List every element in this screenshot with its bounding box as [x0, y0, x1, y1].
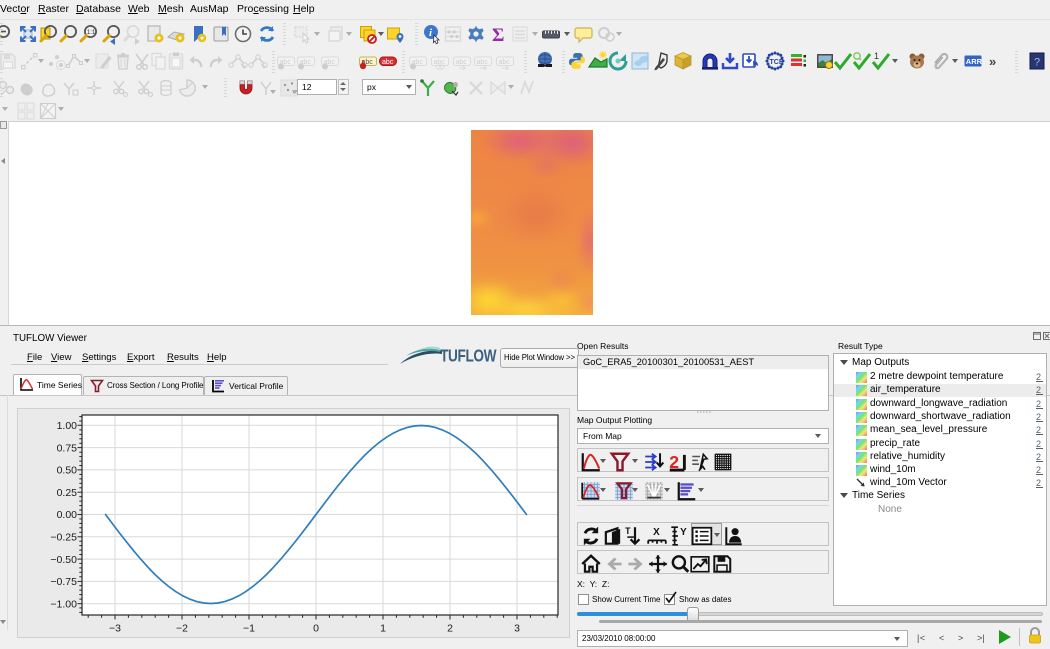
- svg-text:2: 2: [1036, 425, 1041, 435]
- svg-text:Σ: Σ: [492, 25, 504, 45]
- svg-text:0.75: 0.75: [57, 442, 78, 454]
- svg-text:1: 1: [380, 623, 386, 635]
- svg-text:2: 2: [1036, 372, 1041, 382]
- svg-text:abc: abc: [499, 59, 511, 66]
- svg-text:?: ?: [1034, 57, 1040, 69]
- svg-text:1.00: 1.00: [57, 420, 78, 432]
- svg-text:1: 1: [874, 51, 879, 61]
- svg-text:2: 2: [1036, 399, 1041, 409]
- svg-text:0: 0: [313, 623, 319, 635]
- svg-text:−0.50: −0.50: [50, 554, 77, 566]
- svg-text:2: 2: [1036, 385, 1041, 395]
- svg-text:3: 3: [514, 623, 520, 635]
- svg-text:0.50: 0.50: [57, 465, 78, 477]
- svg-text:0.00: 0.00: [57, 509, 78, 521]
- svg-text:1:1: 1:1: [87, 30, 96, 36]
- svg-text:−0.25: −0.25: [50, 532, 77, 544]
- svg-text:−3: −3: [109, 623, 121, 635]
- svg-text:2: 2: [1036, 452, 1041, 462]
- svg-text:−1: −1: [243, 623, 255, 635]
- svg-text:0.25: 0.25: [57, 487, 78, 499]
- svg-text:TCF: TCF: [770, 59, 784, 66]
- svg-text:abc: abc: [456, 59, 468, 66]
- svg-text:T: T: [625, 526, 631, 536]
- svg-text:2: 2: [1036, 478, 1041, 488]
- svg-text:−1.00: −1.00: [50, 598, 77, 610]
- svg-text:−0.75: −0.75: [50, 576, 77, 588]
- svg-text:TUFLOW: TUFLOW: [440, 347, 497, 366]
- svg-text:2: 2: [447, 623, 453, 635]
- svg-text:abc: abc: [477, 59, 489, 66]
- svg-text:2: 2: [1036, 439, 1041, 449]
- svg-text:Y: Y: [680, 527, 687, 538]
- svg-text:ARR: ARR: [966, 57, 983, 66]
- svg-text:abc: abc: [382, 59, 394, 66]
- svg-text:−2: −2: [176, 623, 188, 635]
- svg-text:2: 2: [1036, 412, 1041, 422]
- svg-text:2: 2: [1036, 465, 1041, 475]
- svg-text:X: X: [653, 527, 660, 538]
- svg-text:»: »: [989, 54, 996, 69]
